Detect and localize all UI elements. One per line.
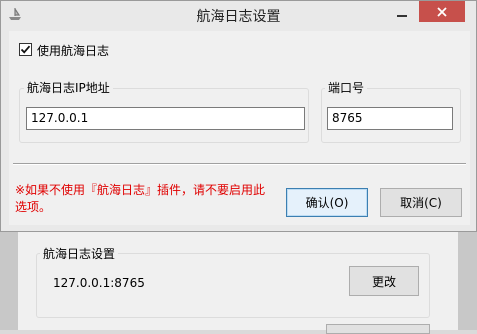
port-input[interactable]: 8765 [327,107,453,130]
background-frame-left [0,230,18,330]
ip-address-input[interactable]: 127.0.0.1 [26,107,305,130]
ok-button[interactable]: 确认(O) [286,188,368,217]
change-button[interactable]: 更改 [349,266,419,296]
log-settings-dialog: 航海日志设置 使用航海日志 航海日志IP地址 127.0.0.1 端口号 876… [0,0,477,232]
use-log-label[interactable]: 使用航海日志 [37,42,109,59]
use-log-checkbox[interactable] [19,43,32,56]
minimize-icon [397,15,407,17]
warning-text: ※如果不使用『航海日志』插件，请不要启用此选项。 [15,183,266,214]
checkmark-icon [20,45,31,54]
port-group-label: 端口号 [325,79,368,96]
background-address-text: 127.0.0.1:8765 [53,276,145,290]
title-bar[interactable]: 航海日志设置 [1,1,476,29]
cancel-button[interactable]: 取消(C) [380,188,462,217]
ip-address-group-label: 航海日志IP地址 [24,79,113,96]
dialog-content: 使用航海日志 航海日志IP地址 127.0.0.1 端口号 8765 ※如果不使… [9,31,470,225]
close-icon [437,6,447,17]
close-button[interactable] [419,1,465,22]
background-group-label: 航海日志设置 [40,245,119,262]
separator [13,163,466,165]
minimize-button[interactable] [388,3,416,23]
background-frame-right [458,230,477,330]
background-partial-button[interactable] [326,324,430,334]
